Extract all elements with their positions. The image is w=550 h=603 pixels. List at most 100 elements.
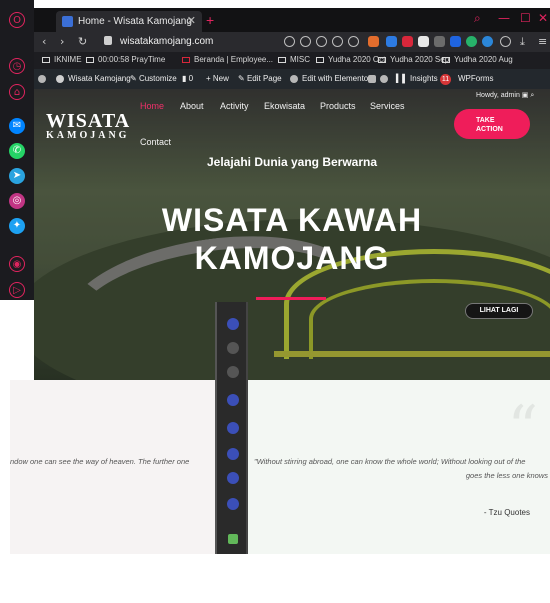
green-square-icon[interactable] — [228, 534, 238, 544]
bookmark-label: Beranda | Employee... — [194, 55, 274, 64]
wp-wpforms[interactable]: WPForms — [458, 74, 494, 83]
bookmark-item[interactable]: Yudha 2020 Sep — [378, 55, 449, 64]
extension-icon[interactable] — [466, 36, 477, 47]
bookmark-item[interactable]: IKNIME — [42, 55, 82, 64]
toolbar-icon[interactable] — [227, 366, 239, 378]
screenshot-root: O ◷ ⌂ ✉ ✆ ➤ ◎ ✦ ◉ ▷ Home - Wisata Kamoja… — [0, 0, 550, 603]
bookmark-item[interactable]: Yudha 2020 Oct — [316, 55, 385, 64]
instagram-icon[interactable]: ◎ — [9, 193, 25, 209]
bookmark-item[interactable]: MISC — [278, 55, 310, 64]
wp-elementor[interactable]: Edit with Elementor — [290, 74, 371, 83]
quote-mark-icon: “ — [507, 393, 538, 463]
lock-icon — [104, 36, 112, 45]
bookmark-item[interactable]: Beranda | Employee... — [182, 55, 273, 64]
extension-icon[interactable] — [368, 36, 379, 47]
forward-button[interactable]: › — [60, 35, 64, 48]
extension-icon[interactable] — [434, 36, 445, 47]
wp-edit-page[interactable]: ✎ Edit Page — [238, 74, 282, 83]
bookmark-item[interactable]: 00:00:58 PrayTime — [86, 55, 165, 64]
extension-icon[interactable] — [450, 36, 461, 47]
toolbar-icon[interactable] — [227, 394, 239, 406]
wp-new[interactable]: + New — [206, 74, 229, 83]
settings-icon[interactable] — [227, 498, 239, 510]
notification-badge: 11 — [440, 74, 451, 85]
insights-label: Insights — [410, 74, 438, 83]
tab-search-icon[interactable]: ⌕ — [474, 11, 481, 26]
dashboard-icon — [56, 74, 64, 83]
history-icon[interactable]: ◷ — [9, 58, 25, 74]
folder-icon — [378, 56, 386, 63]
howdy-admin[interactable]: Howdy, admin ▣ ⌕ — [476, 91, 534, 100]
camera-icon[interactable] — [227, 472, 239, 484]
search-icon[interactable] — [284, 36, 295, 47]
toolbar-icon[interactable] — [227, 342, 239, 354]
reload-button[interactable]: ↻ — [78, 35, 87, 48]
minimize-button[interactable]: — — [498, 11, 510, 25]
back-button[interactable]: ‹ — [42, 35, 46, 48]
lihat-lagi-button[interactable]: LIHAT LAGI — [465, 303, 533, 319]
upload-icon[interactable] — [227, 448, 239, 460]
camera-icon[interactable] — [300, 36, 311, 47]
shield-icon[interactable] — [316, 36, 327, 47]
cta-line2: ACTION — [476, 126, 503, 133]
hero-divider — [256, 297, 326, 300]
extension-icon[interactable] — [402, 36, 413, 47]
cta-line1: TAKE — [476, 117, 495, 124]
send-icon[interactable]: ▷ — [9, 282, 25, 298]
nav-home[interactable]: Home — [140, 101, 164, 111]
bookmark-item[interactable]: Yudha 2020 Aug — [442, 55, 513, 64]
wordpress-logo-icon[interactable] — [38, 74, 50, 83]
extension-icon[interactable] — [482, 36, 493, 47]
nav-products[interactable]: Products — [320, 101, 356, 111]
wp-site-name[interactable]: Wisata Kamojang — [56, 74, 131, 83]
home-icon[interactable]: ⌂ — [9, 84, 25, 100]
telegram-icon[interactable]: ➤ — [9, 168, 25, 184]
opera-logo-icon[interactable]: O — [9, 12, 25, 28]
extensions-icon[interactable] — [500, 36, 511, 47]
nav-about[interactable]: About — [180, 101, 204, 111]
elementor-icon — [290, 74, 298, 83]
wp-insights-badge[interactable]: 11 — [440, 74, 455, 85]
nav-contact[interactable]: Contact — [140, 137, 171, 147]
wp-comments[interactable]: ▮ 0 — [182, 74, 193, 83]
folder-icon — [442, 56, 450, 63]
menu-icon[interactable]: ≡ — [538, 35, 547, 48]
new-tab-button[interactable]: + — [206, 12, 214, 28]
clock-icon[interactable] — [227, 422, 239, 434]
nav-ekowisata[interactable]: Ekowisata — [264, 101, 305, 111]
nav-services[interactable]: Services — [370, 101, 405, 111]
toolbar-icon[interactable] — [227, 318, 239, 330]
close-window-button[interactable]: ✕ — [538, 11, 548, 25]
folder-icon — [42, 56, 50, 63]
messenger-icon[interactable]: ✉ — [9, 118, 25, 134]
twitter-icon[interactable]: ✦ — [9, 218, 25, 234]
whatsapp-icon[interactable]: ✆ — [9, 143, 25, 159]
comments-count: 0 — [188, 74, 194, 83]
play-icon[interactable] — [332, 36, 343, 47]
maximize-button[interactable]: ☐ — [520, 11, 531, 25]
quote-author: - Tzu Quotes — [483, 508, 530, 517]
comment-icon: ▮ — [182, 74, 189, 83]
extension-icon[interactable] — [418, 36, 429, 47]
wp-customize[interactable]: ✎ Customize — [130, 74, 177, 83]
address-bar-row: ‹ › ↻ wisatakamojang.com ⤓ ≡ — [34, 32, 550, 52]
extension-icon[interactable] — [386, 36, 397, 47]
active-tab[interactable]: Home - Wisata Kamojang ✕ — [56, 11, 202, 32]
calendar-icon — [86, 56, 94, 63]
pencil-icon: ✎ — [238, 74, 247, 83]
site-logo[interactable]: WISATA KAMOJANG — [46, 111, 130, 141]
player-icon[interactable]: ◉ — [9, 256, 25, 272]
heart-icon[interactable] — [348, 36, 359, 47]
download-icon[interactable]: ⤓ — [520, 35, 525, 49]
howdy-label: Howdy, admin — [476, 92, 520, 99]
quote-right-panel: “ "Without stirring abroad, one can know… — [248, 380, 550, 554]
tab-close-icon[interactable]: ✕ — [187, 11, 196, 32]
chart-icon: ▍▌ — [396, 74, 411, 83]
take-action-button[interactable]: TAKE ACTION — [454, 109, 530, 139]
bookmark-label: Yudha 2020 Sep — [390, 55, 450, 64]
url-field[interactable]: wisatakamojang.com — [120, 36, 213, 47]
wp-insights[interactable]: ▍▌ Insights — [396, 74, 438, 83]
nav-activity[interactable]: Activity — [220, 101, 249, 111]
wp-shield[interactable] — [368, 74, 392, 83]
bookmark-label: 00:00:58 PrayTime — [98, 55, 166, 64]
